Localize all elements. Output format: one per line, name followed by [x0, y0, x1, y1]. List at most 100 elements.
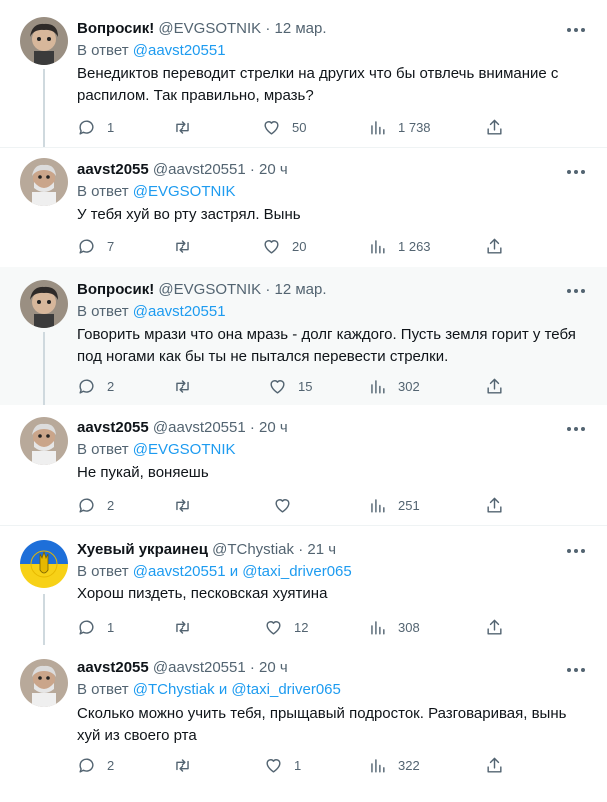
avatar[interactable]: [20, 540, 68, 588]
author-name[interactable]: Вопросик!: [77, 20, 154, 37]
mention-link[interactable]: @EVGSOTNIK: [133, 441, 236, 458]
views-button[interactable]: 302: [368, 375, 420, 397]
author-name[interactable]: Вопросик!: [77, 281, 154, 298]
like-button[interactable]: 15: [268, 375, 312, 397]
share-button[interactable]: [485, 616, 504, 638]
timestamp[interactable]: 20 ч: [259, 419, 288, 436]
avatar[interactable]: [20, 659, 68, 707]
tweet-header: Вопросик! @EVGSOTNIK · 12 мар.: [77, 19, 327, 39]
tweet[interactable]: Вопросик! @EVGSOTNIK · 12 мар. В ответ @…: [0, 0, 607, 147]
share-button[interactable]: [485, 754, 504, 776]
more-icon[interactable]: [567, 668, 585, 674]
mention-link[interactable]: @aavst20551: [133, 303, 226, 320]
share-button[interactable]: [485, 494, 504, 516]
like-count: 15: [298, 378, 313, 394]
tweet-header: aavst2055 @aavst20551 · 20 ч: [77, 418, 288, 438]
more-icon[interactable]: [567, 170, 585, 176]
mention-link[interactable]: @taxi_driver065: [242, 563, 351, 580]
reply-count: 7: [107, 238, 115, 254]
tweet[interactable]: Хуевый украинец @TChystiak · 21 ч В отве…: [0, 526, 607, 645]
views-count: 308: [398, 619, 420, 635]
action-bar: 1 12 308: [77, 616, 517, 638]
tweet[interactable]: aavst2055 @aavst20551 · 20 ч В ответ @EV…: [0, 405, 607, 525]
timestamp[interactable]: 12 мар.: [275, 281, 327, 298]
timestamp[interactable]: 20 ч: [259, 161, 288, 178]
author-handle[interactable]: @EVGSOTNIK: [158, 281, 261, 298]
views-count: 322: [398, 757, 420, 773]
views-icon: [371, 120, 385, 135]
views-button[interactable]: 322: [368, 754, 420, 776]
tweet[interactable]: aavst2055 @aavst20551 · 20 ч В ответ @TC…: [0, 645, 607, 802]
like-button[interactable]: 1: [264, 754, 301, 776]
mention-link[interactable]: @TChystiak: [133, 681, 215, 698]
retweet-button[interactable]: [173, 375, 203, 397]
retweet-button[interactable]: [173, 494, 203, 516]
tweet[interactable]: Вопросик! @EVGSOTNIK · 12 мар. В ответ @…: [0, 267, 607, 405]
avatar[interactable]: [20, 17, 68, 65]
author-handle[interactable]: @EVGSOTNIK: [158, 20, 261, 37]
author-name[interactable]: aavst2055: [77, 161, 149, 178]
reply-button[interactable]: 1: [77, 616, 114, 638]
reply-button[interactable]: 1: [77, 116, 114, 138]
views-button[interactable]: 308: [368, 616, 420, 638]
avatar[interactable]: [20, 280, 68, 328]
share-button[interactable]: [485, 235, 504, 257]
tweet-text: Венедиктов переводит стрелки на других ч…: [77, 65, 559, 104]
tweet-header: aavst2055 @aavst20551 · 20 ч: [77, 658, 288, 678]
views-button[interactable]: 1 263: [368, 235, 431, 257]
reply-button[interactable]: 7: [77, 235, 114, 257]
retweet-button[interactable]: [173, 235, 203, 257]
avatar[interactable]: [20, 158, 68, 206]
reply-context: В ответ @EVGSOTNIK: [77, 440, 236, 460]
tweet-text: Хорош пиздеть, песковская хуятина: [77, 585, 328, 602]
action-bar: 2 15 302: [77, 375, 517, 397]
more-icon[interactable]: [567, 427, 585, 433]
like-button[interactable]: 50: [262, 116, 306, 138]
views-icon: [371, 758, 385, 773]
share-button[interactable]: [485, 375, 504, 397]
reply-prefix: В ответ: [77, 42, 129, 59]
retweet-button[interactable]: [173, 616, 203, 638]
mention-link[interactable]: @taxi_driver065: [231, 681, 340, 698]
mention-link[interactable]: @aavst20551: [133, 563, 226, 580]
mention-separator: и: [229, 563, 239, 580]
timestamp[interactable]: 21 ч: [307, 541, 336, 558]
author-name[interactable]: Хуевый украинец: [77, 541, 208, 558]
share-icon: [487, 619, 502, 635]
more-icon[interactable]: [567, 549, 585, 555]
author-handle[interactable]: @TChystiak: [212, 541, 294, 558]
more-icon[interactable]: [567, 289, 585, 295]
retweet-button[interactable]: [173, 754, 203, 776]
mention-link[interactable]: @EVGSOTNIK: [133, 183, 236, 200]
heart-icon: [275, 498, 290, 513]
separator: ·: [265, 281, 271, 298]
timestamp[interactable]: 12 мар.: [275, 20, 327, 37]
like-button[interactable]: 12: [264, 616, 308, 638]
author-name[interactable]: aavst2055: [77, 659, 149, 676]
author-handle[interactable]: @aavst20551: [153, 659, 246, 676]
mention-link[interactable]: @aavst20551: [133, 42, 226, 59]
action-bar: 7 20 1 263: [77, 235, 517, 257]
author-name[interactable]: aavst2055: [77, 419, 149, 436]
separator: ·: [265, 20, 271, 37]
views-icon: [371, 239, 385, 254]
like-count: 12: [294, 619, 309, 635]
avatar[interactable]: [20, 417, 68, 465]
views-button[interactable]: 1 738: [368, 116, 431, 138]
action-bar: 2 251: [77, 494, 517, 516]
tweet[interactable]: aavst2055 @aavst20551 · 20 ч В ответ @EV…: [0, 148, 607, 267]
reply-button[interactable]: 2: [77, 494, 114, 516]
reply-button[interactable]: 2: [77, 754, 114, 776]
share-button[interactable]: [485, 116, 504, 138]
reply-button[interactable]: 2: [77, 375, 114, 397]
more-icon[interactable]: [567, 28, 585, 34]
share-icon: [487, 238, 502, 254]
views-button[interactable]: 251: [368, 494, 420, 516]
retweet-icon: [176, 239, 189, 253]
author-handle[interactable]: @aavst20551: [153, 161, 246, 178]
timestamp[interactable]: 20 ч: [259, 659, 288, 676]
author-handle[interactable]: @aavst20551: [153, 419, 246, 436]
like-button[interactable]: 20: [262, 235, 306, 257]
retweet-button[interactable]: [173, 116, 203, 138]
like-button[interactable]: [273, 494, 303, 516]
